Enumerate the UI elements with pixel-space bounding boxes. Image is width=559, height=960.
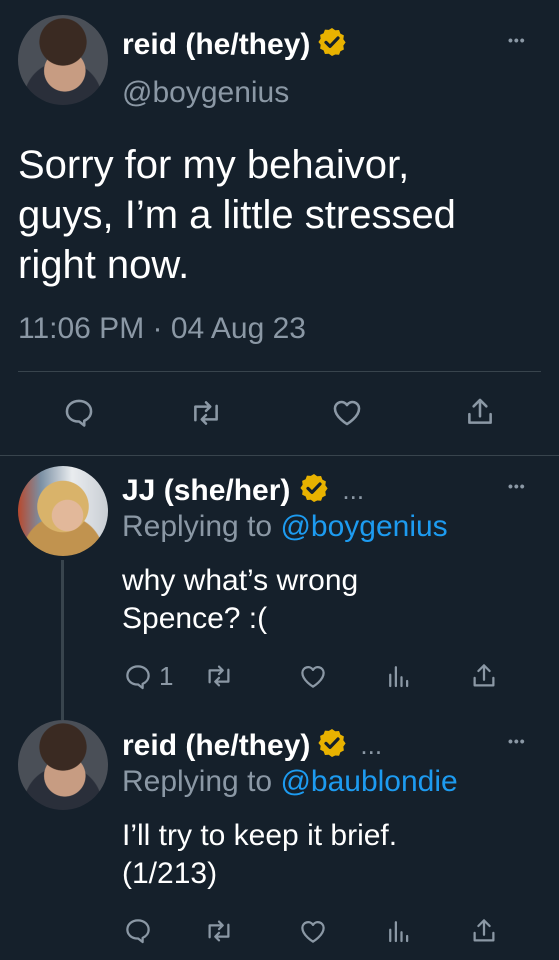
share-icon	[468, 398, 492, 424]
avatar[interactable]	[18, 466, 108, 556]
share-button[interactable]	[463, 394, 497, 430]
like-icon	[301, 921, 325, 943]
retweet-icon	[208, 665, 230, 687]
display-name: reid (he/they)	[122, 728, 311, 762]
more-icon[interactable]: •••	[508, 733, 526, 749]
retweet-button[interactable]	[188, 396, 224, 430]
tweet-text-line: why what’s wrong	[122, 564, 359, 597]
display-name: reid (he/they)	[122, 27, 311, 61]
reply-button[interactable]	[123, 916, 153, 946]
retweet-icon	[194, 401, 218, 425]
more-icon[interactable]: •••	[508, 478, 526, 494]
share-button[interactable]	[469, 915, 499, 947]
share-icon	[473, 919, 495, 942]
reply-button[interactable]: 1	[123, 661, 173, 692]
share-icon	[473, 664, 495, 687]
views-icon	[389, 666, 409, 688]
tweet-text: why what’s wrong Spence? :(	[122, 562, 358, 638]
reply-count: 1	[159, 661, 174, 691]
author-name-row[interactable]: reid (he/they)	[122, 26, 348, 63]
truncated-meta: ...	[360, 730, 383, 760]
retweet-button[interactable]	[203, 916, 235, 946]
reply-icon	[65, 399, 93, 427]
tweet-text-line: right now.	[18, 243, 190, 287]
verified-icon	[298, 472, 330, 509]
tweet-text: Sorry for my behaivor, guys, I’m a littl…	[18, 140, 548, 290]
like-icon	[301, 666, 325, 688]
more-icon[interactable]: •••	[508, 32, 526, 48]
replying-to-line: Replying to @baublondie	[122, 765, 458, 799]
tweet-text-line: (1/213)	[122, 857, 218, 890]
tweet-text-line: Spence? :(	[122, 602, 268, 635]
tweet-text-line: guys, I’m a little stressed	[18, 193, 456, 237]
verified-icon	[316, 26, 348, 63]
divider	[0, 455, 559, 456]
reply-icon	[126, 664, 150, 689]
share-button[interactable]	[469, 660, 499, 692]
display-name: JJ (she/her)	[122, 473, 291, 507]
replying-to-link[interactable]: @boygenius	[280, 510, 447, 543]
like-button[interactable]	[297, 661, 329, 691]
views-button[interactable]	[384, 661, 414, 691]
tweet-text-line: Sorry for my behaivor,	[18, 143, 410, 187]
replying-label: Replying to	[122, 510, 273, 543]
views-icon	[389, 921, 409, 943]
verified-icon	[316, 727, 348, 764]
views-button[interactable]	[384, 916, 414, 946]
author-name-row[interactable]: JJ (she/her) ...	[122, 472, 364, 509]
reply-icon	[126, 919, 150, 944]
avatar[interactable]	[18, 15, 108, 105]
retweet-icon	[208, 920, 230, 942]
replying-to-line: Replying to @boygenius	[122, 510, 448, 544]
replying-label: Replying to	[122, 765, 273, 798]
like-button[interactable]	[297, 916, 329, 946]
truncated-meta: ...	[342, 475, 365, 505]
divider	[18, 371, 541, 372]
like-icon	[333, 400, 361, 426]
avatar[interactable]	[18, 720, 108, 810]
tweet-text: I’ll try to keep it brief. (1/213)	[122, 817, 397, 893]
retweet-button[interactable]	[203, 661, 235, 691]
like-button[interactable]	[329, 395, 365, 429]
tweet-text-line: I’ll try to keep it brief.	[122, 819, 398, 852]
handle[interactable]: @boygenius	[122, 76, 289, 110]
replying-to-link[interactable]: @baublondie	[280, 765, 457, 798]
thread-line	[61, 560, 64, 720]
author-name-row[interactable]: reid (he/they) ...	[122, 727, 382, 764]
reply-button[interactable]	[62, 396, 96, 430]
timestamp[interactable]: 11:06 PM · 04 Aug 23	[18, 312, 306, 346]
